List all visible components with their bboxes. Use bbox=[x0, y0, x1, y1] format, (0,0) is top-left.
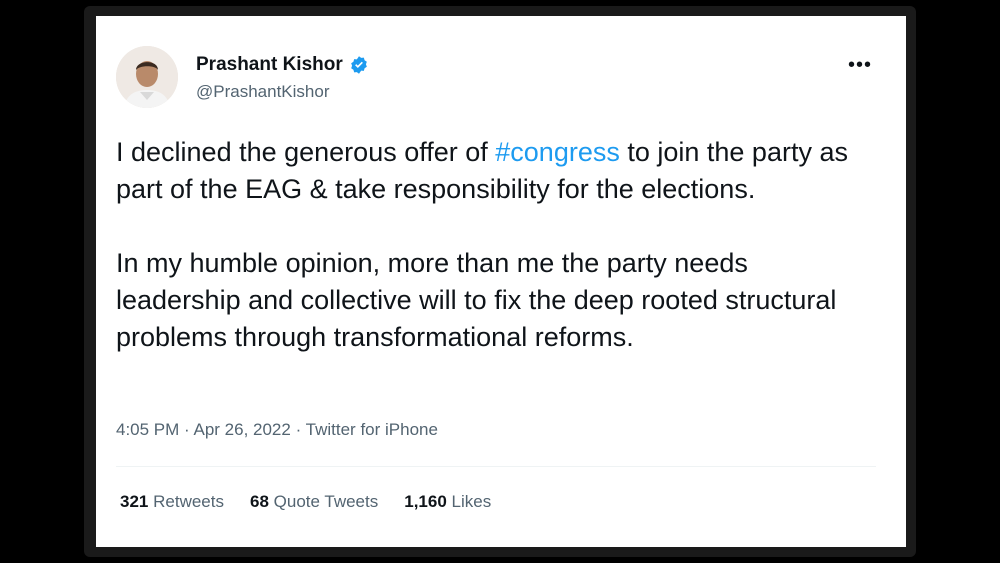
divider bbox=[116, 466, 876, 467]
meta-separator: · bbox=[179, 420, 194, 439]
hashtag-link[interactable]: #congress bbox=[495, 137, 620, 167]
author-name-row[interactable]: Prashant Kishor bbox=[196, 54, 369, 76]
author-name[interactable]: Prashant Kishor bbox=[196, 54, 343, 76]
more-options-icon[interactable]: ••• bbox=[848, 54, 872, 77]
quotes-label: Quote Tweets bbox=[273, 492, 379, 511]
likes-stat[interactable]: 1,160 Likes bbox=[404, 492, 491, 512]
tweet-card: Prashant Kishor @PrashantKishor ••• I de… bbox=[96, 16, 906, 547]
author-handle[interactable]: @PrashantKishor bbox=[196, 82, 330, 102]
avatar[interactable] bbox=[116, 46, 178, 108]
likes-label: Likes bbox=[451, 492, 492, 511]
quotes-count: 68 bbox=[249, 492, 269, 511]
tweet-time[interactable]: 4:05 PM bbox=[116, 420, 179, 439]
tweet-date[interactable]: Apr 26, 2022 bbox=[193, 420, 290, 439]
tweet-text-part1: I declined the generous offer of bbox=[116, 137, 496, 167]
tweet-paragraph-1: I declined the generous offer of #congre… bbox=[116, 134, 876, 208]
quote-tweets-stat[interactable]: 68 Quote Tweets bbox=[250, 492, 378, 512]
retweets-label: Retweets bbox=[153, 492, 224, 511]
tweet-meta: 4:05 PM · Apr 26, 2022 · Twitter for iPh… bbox=[116, 420, 438, 440]
verified-badge-icon bbox=[350, 56, 367, 74]
tweet-stats: 321 Retweets 68 Quote Tweets 1,160 Likes bbox=[120, 492, 491, 512]
retweets-count: 321 bbox=[120, 492, 149, 511]
likes-count: 1,160 bbox=[404, 492, 447, 511]
tweet-text: I declined the generous offer of #congre… bbox=[116, 134, 876, 356]
avatar-portrait-icon bbox=[116, 46, 178, 108]
retweets-stat[interactable]: 321 Retweets bbox=[120, 492, 224, 512]
meta-separator: · bbox=[290, 420, 306, 439]
tweet-source[interactable]: Twitter for iPhone bbox=[306, 420, 438, 439]
tweet-paragraph-2: In my humble opinion, more than me the p… bbox=[116, 248, 837, 352]
